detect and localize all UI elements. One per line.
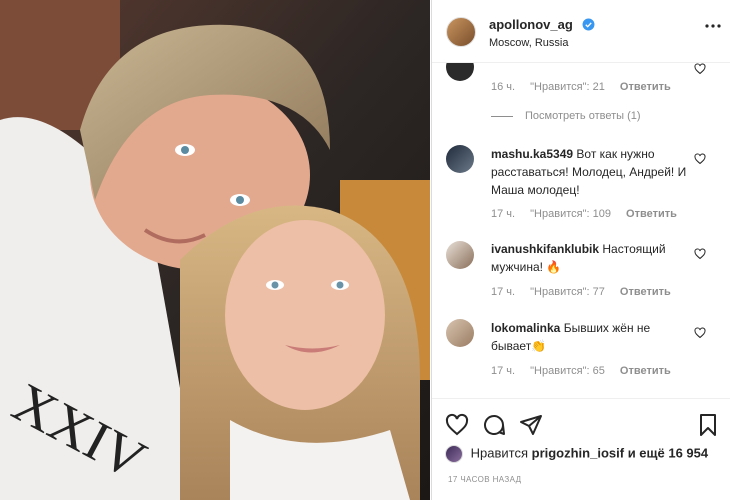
author-avatar[interactable] xyxy=(446,17,476,47)
likes-suffix[interactable]: и ещё 16 954 xyxy=(628,445,708,460)
comments-list[interactable]: 16 ч. "Нравится": 21 Ответить Посмотреть… xyxy=(432,63,730,398)
comment-meta: 16 ч. "Нравится": 21 Ответить xyxy=(491,81,683,93)
post-actions: Нравится prigozhin_iosif и ещё 16 954 17… xyxy=(432,398,730,501)
comment-body: ivanushkifanklubik Настоящий мужчина! 🔥 xyxy=(491,240,691,276)
comment-time: 17 ч. xyxy=(491,286,516,298)
comment-time: 17 ч. xyxy=(491,208,516,220)
likes-summary[interactable]: Нравится prigozhin_iosif и ещё 16 954 xyxy=(445,445,708,463)
verified-badge-icon xyxy=(582,18,595,31)
post-header: apollonov_ag Moscow, Russia xyxy=(432,0,730,63)
commenter-avatar[interactable] xyxy=(446,319,474,347)
more-options-icon[interactable] xyxy=(705,24,721,28)
comment-time: 16 ч. xyxy=(491,81,516,93)
comment-time: 17 ч. xyxy=(491,365,516,377)
author-username[interactable]: apollonov_ag xyxy=(489,17,573,32)
comment-like-heart-icon[interactable] xyxy=(694,63,706,75)
comment-bubble-icon[interactable] xyxy=(482,413,506,437)
post-location[interactable]: Moscow, Russia xyxy=(489,37,568,49)
reply-button[interactable]: Ответить xyxy=(620,365,671,377)
reply-button[interactable]: Ответить xyxy=(620,286,671,298)
comment-like-heart-icon[interactable] xyxy=(694,327,706,339)
commenter-username[interactable]: ivanushkifanklubik xyxy=(491,242,599,256)
comment-meta: 17 ч. "Нравится": 65 Ответить xyxy=(491,365,683,377)
liked-by-username[interactable]: prigozhin_iosif xyxy=(532,445,624,460)
post-photo[interactable]: XXIV xyxy=(0,0,430,500)
comment-like-count[interactable]: "Нравится": 77 xyxy=(530,286,605,298)
comment-meta: 17 ч. "Нравится": 77 Ответить xyxy=(491,286,683,298)
replies-divider xyxy=(491,115,513,117)
comment-like-count[interactable]: "Нравится": 109 xyxy=(530,208,611,220)
view-replies-label: Посмотреть ответы (1) xyxy=(525,110,641,122)
likes-prefix: Нравится xyxy=(470,445,528,461)
comment-like-count[interactable]: "Нравится": 65 xyxy=(530,365,605,377)
commenter-avatar[interactable] xyxy=(446,241,474,269)
commenter-username[interactable]: mashu.ka5349 xyxy=(491,147,573,161)
heart-icon[interactable] xyxy=(445,413,469,437)
reply-button[interactable]: Ответить xyxy=(626,208,677,220)
view-replies-link[interactable]: Посмотреть ответы (1) xyxy=(491,110,641,122)
post-timestamp[interactable]: 17 ЧАСОВ НАЗАД xyxy=(448,475,521,484)
selfie-image: XXIV xyxy=(0,0,430,500)
commenter-avatar[interactable] xyxy=(446,145,474,173)
commenter-username[interactable]: lokomalinka xyxy=(491,321,560,335)
comment-body: lokomalinka Бывших жён не бывает👏 xyxy=(491,319,691,355)
reply-button[interactable]: Ответить xyxy=(620,81,671,93)
commenter-avatar[interactable] xyxy=(446,63,474,81)
paper-plane-icon[interactable] xyxy=(519,413,543,437)
post-sidebar: apollonov_ag Moscow, Russia 16 ч. "Нрави… xyxy=(431,0,730,500)
bookmark-icon[interactable] xyxy=(696,413,720,437)
liker-avatar xyxy=(445,445,463,463)
comment-like-heart-icon[interactable] xyxy=(694,153,706,165)
comment-like-heart-icon[interactable] xyxy=(694,248,706,260)
comment-like-count[interactable]: "Нравится": 21 xyxy=(530,81,605,93)
comment-meta: 17 ч. "Нравится": 109 Ответить xyxy=(491,208,689,220)
comment-body: mashu.ka5349 Вот как нужно расставаться!… xyxy=(491,145,691,199)
